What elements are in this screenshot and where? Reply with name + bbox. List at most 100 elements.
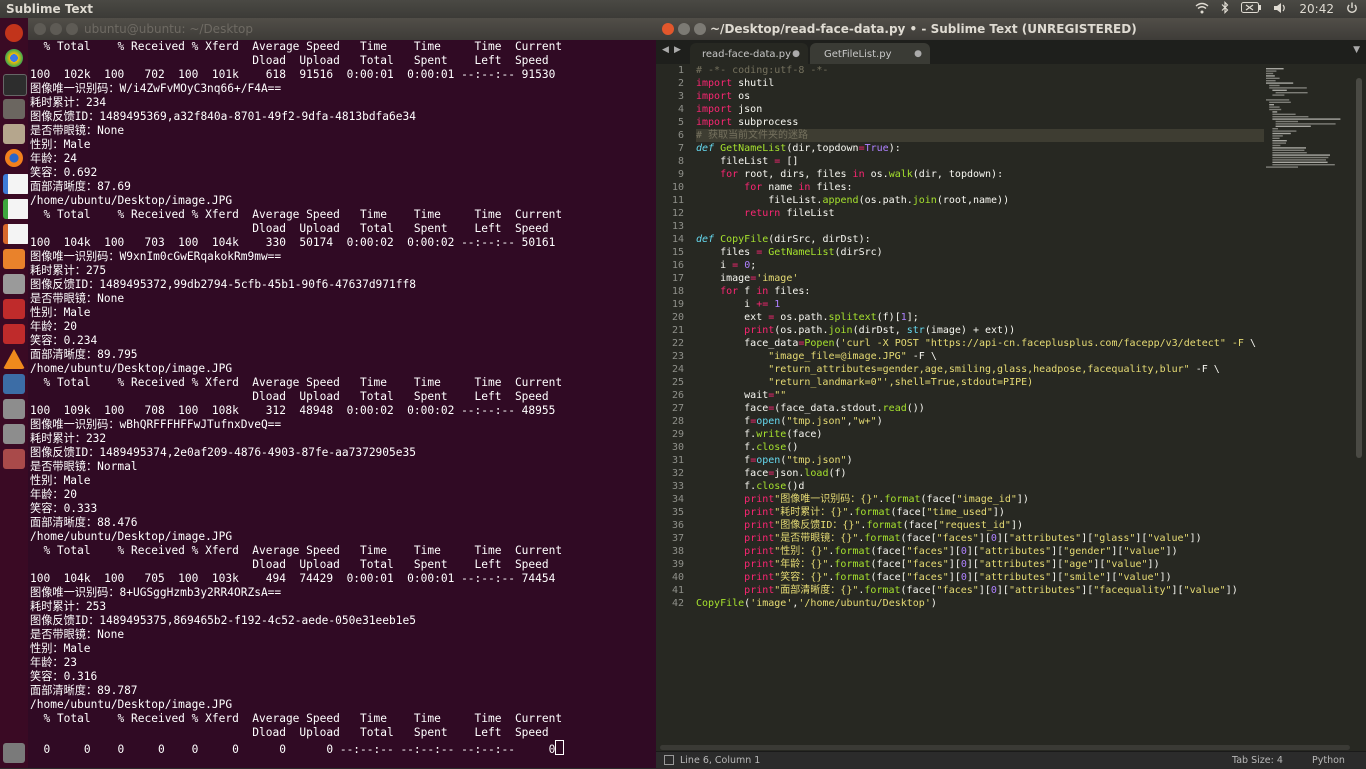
code-line[interactable]: CopyFile('image','/home/ubuntu/Desktop') <box>696 597 1266 610</box>
code-line[interactable]: f=open("tmp.json","w+") <box>696 415 1266 428</box>
drive-icon[interactable] <box>3 424 25 444</box>
filezilla-icon[interactable] <box>3 324 25 344</box>
chrome-icon[interactable] <box>5 49 23 67</box>
code-line[interactable]: f.close() <box>696 441 1266 454</box>
code-line[interactable]: f.close()d <box>696 480 1266 493</box>
code-line[interactable]: def CopyFile(dirSrc, dirDst): <box>696 233 1266 246</box>
code-line[interactable]: print"面部清晰度：{}".format(face["faces"][0][… <box>696 584 1266 597</box>
terminal-line: 100 102k 100 702 100 101k 618 91516 0:00… <box>30 68 556 81</box>
sublime-icon[interactable] <box>3 374 25 394</box>
code-line[interactable]: "return_landmark=0"',shell=True,stdout=P… <box>696 376 1266 389</box>
terminal-window[interactable]: ubuntu@ubuntu: ~/Desktop % Total % Recei… <box>28 18 656 768</box>
line-number: 27 <box>671 403 684 414</box>
code-line[interactable]: f.write(face) <box>696 428 1266 441</box>
volume-icon[interactable] <box>1273 2 1287 17</box>
code-line[interactable]: fileList.append(os.path.join(root,name)) <box>696 194 1266 207</box>
terminal-line: 面部清晰度：87.69 <box>30 180 131 193</box>
files-icon[interactable] <box>3 124 25 144</box>
code-line[interactable]: for f in files: <box>696 285 1266 298</box>
code-line[interactable]: for name in files: <box>696 181 1266 194</box>
code-editor[interactable]: # -*- coding:utf-8 -*- import shutil impor… <box>696 64 1266 759</box>
sublime-window[interactable]: ~/Desktop/read-face-data.py • - Sublime … <box>656 18 1366 769</box>
firefox-icon[interactable] <box>5 149 23 167</box>
calc-icon[interactable] <box>3 199 30 219</box>
terminal-output[interactable]: % Total % Received % Xferd Average Speed… <box>30 40 656 768</box>
tab-nav-left-icon[interactable]: ◀ <box>662 45 669 55</box>
code-line[interactable]: f=open("tmp.json") <box>696 454 1266 467</box>
writer-icon[interactable] <box>3 174 30 194</box>
vertical-scrollbar[interactable] <box>1356 78 1362 458</box>
image-viewer-icon[interactable] <box>3 99 25 119</box>
code-line[interactable]: image='image' <box>696 272 1266 285</box>
code-line[interactable]: print(os.path.join(dirDst, str(image) + … <box>696 324 1266 337</box>
code-line[interactable]: return fileList <box>696 207 1266 220</box>
code-line[interactable]: "return_attributes=gender,age,smiling,gl… <box>696 363 1266 376</box>
close-icon[interactable] <box>662 23 674 35</box>
code-line[interactable]: files = GetNameList(dirSrc) <box>696 246 1266 259</box>
battery-icon[interactable] <box>1241 2 1262 16</box>
code-line[interactable]: wait="" <box>696 389 1266 402</box>
ubuntu-dash-icon[interactable] <box>5 24 23 42</box>
code-line[interactable]: print"耗时累计：{}".format(face["time_used"]) <box>696 506 1266 519</box>
filezilla-icon[interactable] <box>3 299 25 319</box>
horizontal-scrollbar[interactable] <box>660 745 1350 750</box>
tab-getfilelist[interactable]: GetFileList.py ● <box>810 43 930 64</box>
minimap-line <box>1266 80 1276 82</box>
code-line[interactable]: import json <box>696 103 1266 116</box>
bluetooth-icon[interactable] <box>1221 1 1229 17</box>
code-line[interactable]: face=json.load(f) <box>696 467 1266 480</box>
code-line[interactable]: fileList = [] <box>696 155 1266 168</box>
line-number: 19 <box>671 299 684 310</box>
modified-dot-icon[interactable]: ● <box>914 49 922 59</box>
terminal-icon[interactable] <box>3 74 27 96</box>
drive-icon[interactable] <box>3 399 25 419</box>
terminal-line: 图像唯一识别码：8+UGSggHzmb3y2RR4ORZsA== <box>30 586 282 599</box>
terminal-line: 性别：Male <box>30 642 91 655</box>
maximize-icon[interactable] <box>694 23 706 35</box>
code-line[interactable] <box>696 220 1266 233</box>
code-line[interactable]: face_data=Popen('curl -X POST "https://a… <box>696 337 1266 350</box>
power-icon[interactable] <box>1346 2 1358 17</box>
close-icon[interactable] <box>34 23 46 35</box>
code-line[interactable]: # -*- coding:utf-8 -*- <box>696 64 1266 77</box>
modified-dot-icon[interactable]: ● <box>792 49 800 59</box>
settings-icon[interactable] <box>3 274 25 294</box>
drive-icon[interactable] <box>3 449 25 469</box>
panel-toggle-icon[interactable] <box>664 755 674 765</box>
code-line[interactable]: print"图像反馈ID：{}".format(face["request_id… <box>696 519 1266 532</box>
impress-icon[interactable] <box>3 224 30 244</box>
trash-icon[interactable] <box>3 743 25 763</box>
code-line[interactable]: def GetNameList(dir,topdown=True): <box>696 142 1266 155</box>
tab-size-selector[interactable]: Tab Size: 4 <box>1232 755 1283 766</box>
code-line[interactable]: i = 0; <box>696 259 1266 272</box>
code-line[interactable]: print"图像唯一识别码：{}".format(face["image_id"… <box>696 493 1266 506</box>
tab-read-face-data[interactable]: read-face-data.py ● <box>690 43 808 64</box>
terminal-line: 耗时累计：253 <box>30 600 107 613</box>
code-line[interactable]: import os <box>696 90 1266 103</box>
wifi-icon[interactable] <box>1195 2 1209 17</box>
code-line[interactable]: face=(face_data.stdout.read()) <box>696 402 1266 415</box>
code-line[interactable]: print"年龄：{}".format(face["faces"][0]["at… <box>696 558 1266 571</box>
minimize-icon[interactable] <box>678 23 690 35</box>
minimize-icon[interactable] <box>50 23 62 35</box>
code-line[interactable]: import subprocess <box>696 116 1266 129</box>
vlc-icon[interactable] <box>3 349 25 369</box>
code-line[interactable]: print"笑容：{}".format(face["faces"][0]["at… <box>696 571 1266 584</box>
syntax-selector[interactable]: Python <box>1312 755 1345 766</box>
app-store-icon[interactable] <box>3 249 25 269</box>
code-line[interactable]: for root, dirs, files in os.walk(dir, to… <box>696 168 1266 181</box>
code-line[interactable]: print"是否带眼镜：{}".format(face["faces"][0][… <box>696 532 1266 545</box>
code-line[interactable]: "image_file=@image.JPG" -F \ <box>696 350 1266 363</box>
code-line[interactable]: # 获取当前文件夹的迷路 <box>696 129 1266 142</box>
code-line[interactable]: print"性别：{}".format(face["faces"][0]["at… <box>696 545 1266 558</box>
sublime-titlebar[interactable]: ~/Desktop/read-face-data.py • - Sublime … <box>656 18 1366 40</box>
code-line[interactable]: ext = os.path.splitext(f)[1]; <box>696 311 1266 324</box>
tab-dropdown-icon[interactable]: ▼ <box>1353 45 1360 55</box>
tab-nav-right-icon[interactable]: ▶ <box>674 45 681 55</box>
code-line[interactable]: i += 1 <box>696 298 1266 311</box>
minimap[interactable] <box>1264 64 1354 759</box>
code-line[interactable]: import shutil <box>696 77 1266 90</box>
clock-label[interactable]: 20:42 <box>1299 2 1334 16</box>
terminal-titlebar[interactable]: ubuntu@ubuntu: ~/Desktop <box>28 18 656 40</box>
maximize-icon[interactable] <box>66 23 78 35</box>
